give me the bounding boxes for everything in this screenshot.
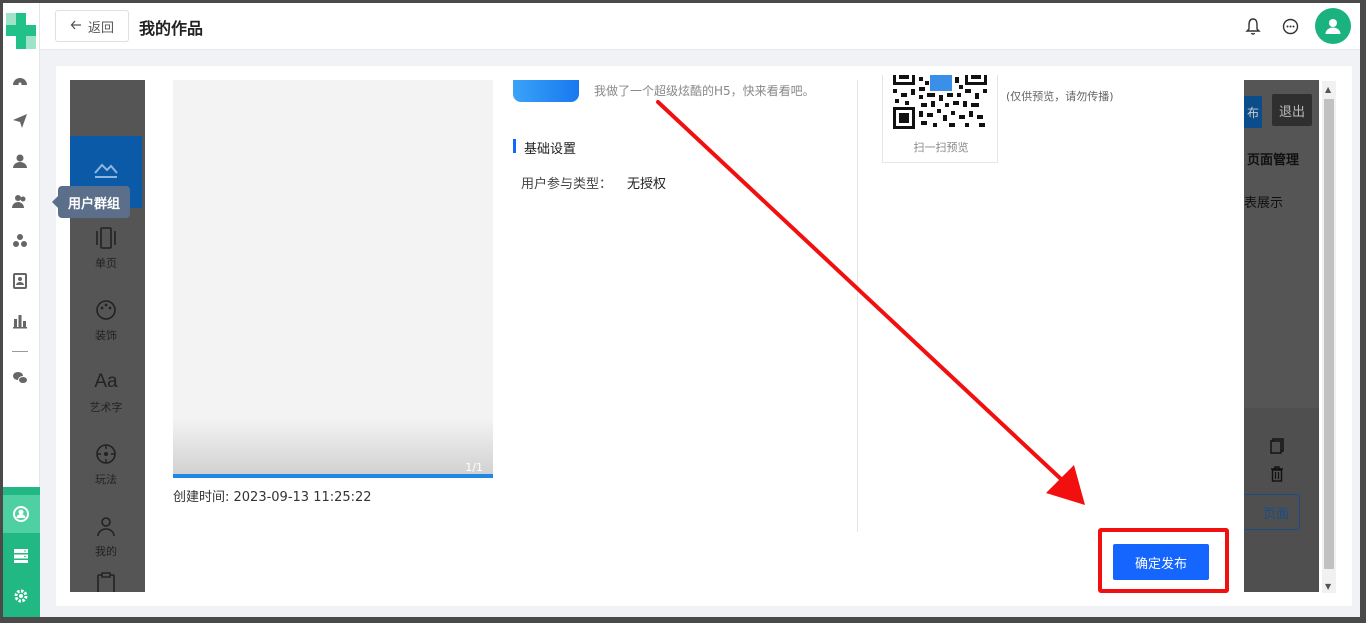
page-title: 我的作品 — [139, 19, 204, 38]
qr-code — [892, 75, 988, 129]
template-icon — [93, 159, 119, 185]
page-indicator: 1/1 — [465, 461, 483, 474]
created-time: 创建时间: 2023-09-13 11:25:22 — [173, 490, 372, 505]
work-description: 我做了一个超级炫酷的H5，快来看看吧。 — [594, 84, 815, 98]
editor-right-panel: 布 退出 页面管理 表展示 页面 — [1244, 80, 1319, 592]
rail-bottom-group — [3, 487, 40, 617]
editor-item-mine[interactable]: 我的 — [70, 513, 142, 559]
avatar[interactable] — [1315, 8, 1351, 44]
confirm-publish-button[interactable]: 确定发布 — [1113, 544, 1209, 580]
h5-preview[interactable]: 1/1 — [173, 80, 493, 478]
wechat-icon[interactable] — [11, 369, 29, 387]
editor-item-label: 玩法 — [95, 473, 117, 486]
tooltip-user-group: 用户群组 — [52, 186, 130, 218]
vertical-divider — [857, 80, 858, 532]
settings-icon[interactable] — [12, 587, 30, 605]
copy-icon[interactable] — [1270, 438, 1284, 458]
scroll-up-icon[interactable]: ▲ — [1325, 85, 1331, 94]
user-group-icon[interactable] — [11, 192, 29, 210]
participation-type-label: 用户参与类型： — [521, 177, 613, 192]
qr-caption: 扫一扫预览 — [913, 141, 969, 154]
scrollbar[interactable]: ▲ ▼ — [1322, 81, 1336, 593]
top-header: 返回 我的作品 — [40, 3, 1360, 50]
page-icon — [70, 225, 142, 251]
person-icon — [70, 513, 142, 539]
editor-item-label: 装饰 — [95, 329, 117, 342]
server-icon[interactable] — [12, 547, 30, 565]
app-window: 返回 我的作品 单页 装饰 Aa 艺术字 玩法 我的 用户群组 布 退出 页面管… — [3, 3, 1360, 617]
participation-type-value[interactable]: 无授权 — [627, 173, 666, 192]
scroll-down-icon[interactable]: ▼ — [1325, 582, 1331, 591]
section-title: 基础设置 — [524, 142, 577, 157]
publish-button-partial[interactable]: 布 — [1244, 96, 1262, 128]
chat-icon[interactable] — [1280, 16, 1300, 36]
editor-item-label: 我的 — [95, 545, 117, 558]
clipboard-icon[interactable] — [70, 572, 142, 592]
send-icon[interactable] — [11, 112, 29, 130]
editor-sidebar: 单页 装饰 Aa 艺术字 玩法 我的 — [70, 80, 145, 592]
list-show-label: 表展示 — [1244, 196, 1284, 211]
editor-item-play[interactable]: 玩法 — [70, 441, 142, 487]
scroll-thumb[interactable] — [1324, 99, 1334, 569]
arrow-left-icon — [70, 19, 82, 34]
exit-button[interactable]: 退出 — [1272, 94, 1312, 126]
cover-thumbnail[interactable] — [513, 80, 579, 102]
delete-icon[interactable] — [1270, 466, 1284, 486]
text-aa-icon: Aa — [94, 371, 118, 392]
user-icon[interactable] — [11, 152, 29, 170]
palette-icon — [70, 297, 142, 323]
qr-preview-box: 扫一扫预览 — [882, 75, 998, 163]
editor-item-label: 单页 — [95, 257, 117, 270]
back-button[interactable]: 返回 — [55, 10, 129, 42]
rail-divider — [12, 351, 28, 352]
team-icon[interactable] — [12, 505, 30, 523]
badge-icon[interactable] — [11, 272, 29, 290]
qr-note: (仅供预览，请勿传播) — [1006, 90, 1114, 103]
back-label: 返回 — [87, 19, 114, 35]
bell-icon[interactable] — [1243, 16, 1263, 36]
preview-progress-bar — [173, 474, 493, 478]
app-logo[interactable] — [6, 13, 36, 49]
game-icon — [70, 441, 142, 467]
left-rail — [3, 3, 40, 617]
cluster-icon[interactable] — [11, 232, 29, 250]
bar-chart-icon[interactable] — [11, 312, 29, 330]
add-page-button[interactable]: 页面 — [1244, 494, 1300, 530]
section-marker — [513, 139, 516, 153]
page-manage-label: 页面管理 — [1247, 153, 1300, 168]
editor-item-art-text[interactable]: Aa 艺术字 — [70, 369, 142, 415]
editor-item-decor[interactable]: 装饰 — [70, 297, 142, 343]
editor-item-label: 艺术字 — [89, 401, 123, 414]
editor-item-page[interactable]: 单页 — [70, 225, 142, 271]
dashboard-icon[interactable] — [11, 72, 29, 90]
